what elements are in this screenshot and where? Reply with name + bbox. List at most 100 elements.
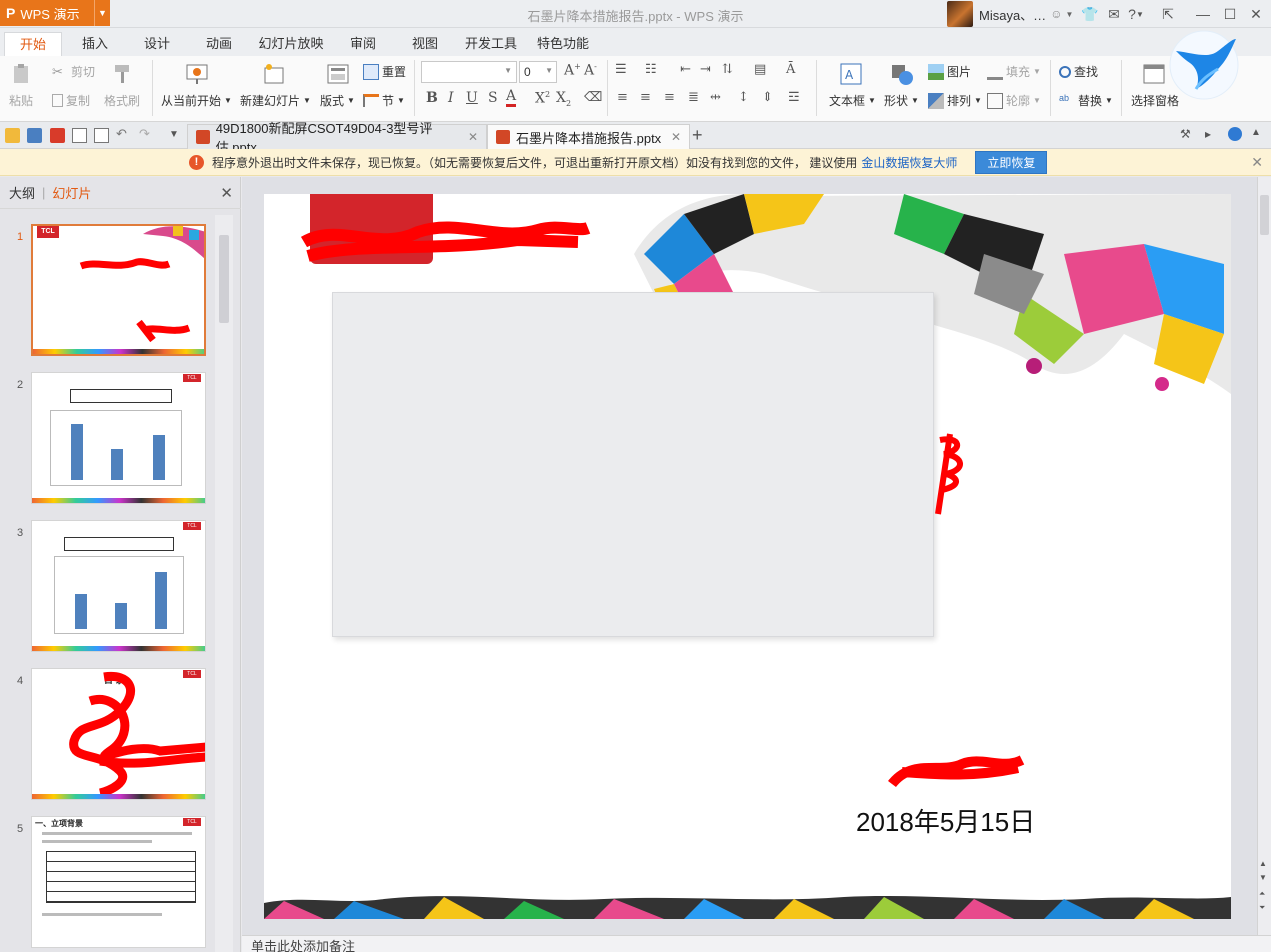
subscript-icon[interactable]: X2 xyxy=(556,90,571,108)
notes-pane[interactable]: 单击此处添加备注 xyxy=(242,935,1271,952)
layout-button[interactable]: 版式 ▼ xyxy=(320,92,355,109)
layout-icon[interactable] xyxy=(326,62,350,86)
shape-icon[interactable] xyxy=(890,62,914,86)
ribbon-collapse-icon[interactable]: ▲ xyxy=(1251,127,1265,141)
tab-view[interactable]: 视图 xyxy=(400,32,450,56)
panel-scrollbar[interactable] xyxy=(215,215,233,952)
close-icon[interactable]: ✕ xyxy=(220,184,233,202)
scrollbar-thumb[interactable] xyxy=(219,235,229,323)
decrease-font-icon[interactable]: A- xyxy=(584,62,597,79)
tab-slides[interactable]: 幻灯片 xyxy=(52,183,91,202)
picture-placeholder[interactable] xyxy=(332,292,934,637)
user-account[interactable]: Misaya、… ☺ ▼ xyxy=(947,1,1073,27)
minimize-icon[interactable]: — xyxy=(1193,4,1213,24)
tab-outline[interactable]: 大纲 xyxy=(9,183,35,202)
slide-thumbnail-1[interactable]: TCL xyxy=(31,224,206,356)
save-icon[interactable] xyxy=(27,128,42,143)
increase-font-icon[interactable]: A+ xyxy=(564,62,581,79)
font-name-select[interactable]: ▼ xyxy=(421,61,517,83)
recover-now-button[interactable]: 立即恢复 xyxy=(975,150,1048,174)
doc-tab-active[interactable]: 石墨片降本措施报告.pptx ✕ xyxy=(487,124,690,149)
paste-icon[interactable] xyxy=(10,62,34,86)
redo-icon[interactable]: ↷ xyxy=(139,126,154,141)
restore-ribbon-icon[interactable]: ⇱ xyxy=(1158,4,1178,24)
close-icon[interactable]: ✕ xyxy=(1246,4,1266,24)
reset-button[interactable]: 重置 xyxy=(363,63,406,80)
close-icon[interactable]: ✕ xyxy=(1251,154,1263,171)
cut-button[interactable]: ✂ 剪切 xyxy=(52,63,95,80)
shape-button[interactable]: 形状 ▼ xyxy=(884,92,919,109)
paste-button[interactable]: 粘贴 xyxy=(9,92,33,109)
fill-button[interactable]: 填充 ▼ xyxy=(987,63,1041,80)
help-icon[interactable]: ? ▼ xyxy=(1126,4,1146,24)
skin-icon[interactable]: 👕 xyxy=(1080,4,1100,24)
decrease-indent-icon[interactable]: ⇤ xyxy=(680,62,691,77)
scroll-down-icon[interactable]: ▼ xyxy=(1259,873,1267,882)
bullet-list-icon[interactable]: ☰ xyxy=(615,62,627,77)
text-direction-icon[interactable]: ⇅ xyxy=(722,62,733,77)
tab-insert[interactable]: 插入 xyxy=(70,32,120,56)
close-icon[interactable]: ✕ xyxy=(671,130,681,144)
underline-icon[interactable]: U xyxy=(466,90,478,106)
print-icon[interactable] xyxy=(72,128,87,143)
scrollbar-thumb[interactable] xyxy=(1260,195,1269,235)
align-right-icon[interactable]: ≡ xyxy=(664,90,675,105)
wps-cloud-bird-icon[interactable] xyxy=(1168,29,1240,101)
recovery-tool-link[interactable]: 金山数据恢复大师 xyxy=(861,154,957,171)
customize-dropdown-icon[interactable]: ▼ xyxy=(169,129,184,144)
tools-icon[interactable]: ⚒ xyxy=(1180,127,1194,141)
play-from-current-icon[interactable] xyxy=(185,62,209,86)
maximize-icon[interactable]: ☐ xyxy=(1220,4,1240,24)
font-color-icon[interactable]: A xyxy=(506,89,517,107)
columns-icon[interactable]: ▤ xyxy=(754,62,766,77)
text-align-icon[interactable]: ☲ xyxy=(788,90,800,105)
picture-button[interactable]: 图片 xyxy=(928,63,971,80)
slide-date-text[interactable]: 2018年5月15日 xyxy=(856,802,1035,839)
align-center-icon[interactable]: ≡ xyxy=(640,90,651,105)
open-folder-icon[interactable] xyxy=(5,128,20,143)
new-tab-plus-icon[interactable]: + xyxy=(692,125,703,146)
tab-design[interactable]: 设计 xyxy=(132,32,182,56)
slide-thumbnail-2[interactable]: TCL xyxy=(31,372,206,504)
distribute-icon[interactable]: ⇹ xyxy=(710,90,721,105)
copy-button[interactable]: 复制 xyxy=(52,92,90,109)
replace-button[interactable]: ab 替换 ▼ xyxy=(1059,92,1113,109)
align-left-icon[interactable]: ≡ xyxy=(617,90,628,105)
new-slide-icon[interactable] xyxy=(262,62,286,86)
slide-thumbnail-4[interactable]: TCL 目 录 xyxy=(31,668,206,800)
tab-review[interactable]: 审阅 xyxy=(338,32,388,56)
chevron-down-icon[interactable]: ▼ xyxy=(1065,10,1073,19)
wps-app-menu-button[interactable]: P WPS 演示 ▼ xyxy=(0,0,110,26)
format-painter-icon[interactable] xyxy=(112,62,136,86)
justify-icon[interactable]: ≣ xyxy=(688,90,699,105)
italic-icon[interactable]: I xyxy=(448,90,454,106)
current-slide[interactable]: 2018年5月15日 xyxy=(264,194,1231,919)
tab-special[interactable]: 特色功能 xyxy=(532,32,594,56)
scroll-up-icon[interactable]: ▲ xyxy=(1259,859,1267,868)
text-effects-icon[interactable]: Ā xyxy=(786,62,795,77)
avatar[interactable] xyxy=(947,1,973,27)
next-slide-icon[interactable]: ⏷ xyxy=(1259,903,1265,913)
find-button[interactable]: 查找 xyxy=(1059,63,1098,80)
superscript-icon[interactable]: X2 xyxy=(535,90,550,107)
increase-indent-icon[interactable]: ⇥ xyxy=(700,62,711,77)
tab-animation[interactable]: 动画 xyxy=(194,32,244,56)
tab-home[interactable]: 开始 xyxy=(4,32,62,56)
tab-developer[interactable]: 开发工具 xyxy=(460,32,522,56)
doc-tab-inactive[interactable]: 49D1800新配屏CSOT49D04-3型号评估.pptx ✕ xyxy=(187,121,487,155)
line-spacing-icon[interactable]: ↕ xyxy=(738,90,749,105)
textbox-icon[interactable]: A xyxy=(839,62,863,86)
section-button[interactable]: 节 ▼ xyxy=(363,92,405,109)
export-pdf-icon[interactable] xyxy=(50,128,65,143)
chat-icon[interactable]: ✉ xyxy=(1104,4,1124,24)
format-painter-button[interactable]: 格式刷 xyxy=(104,92,140,109)
cloud-sync-icon[interactable] xyxy=(1228,127,1242,141)
new-slide-button[interactable]: 新建幻灯片 ▼ xyxy=(240,92,311,109)
document-icon[interactable]: ▸ xyxy=(1205,127,1219,141)
slide-scrollbar[interactable]: ▲ ▼ ⏶ ⏷ xyxy=(1257,177,1271,935)
tab-slideshow[interactable]: 幻灯片放映 xyxy=(254,32,328,56)
shadow-icon[interactable]: S xyxy=(488,90,498,106)
slide-thumbnail-3[interactable]: TCL xyxy=(31,520,206,652)
print-preview-icon[interactable] xyxy=(94,128,109,143)
numbered-list-icon[interactable]: ☷ xyxy=(645,62,657,77)
